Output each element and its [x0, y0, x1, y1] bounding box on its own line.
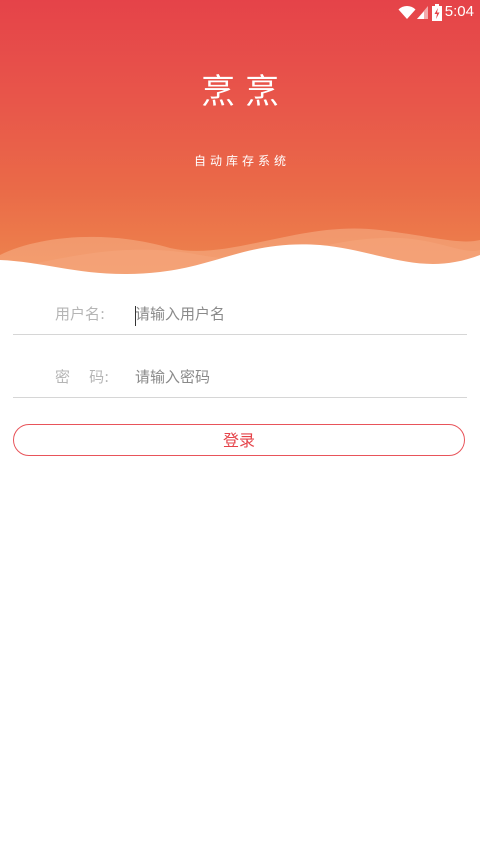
- header-banner: 5:04 烹烹 自动库存系统: [0, 0, 480, 290]
- username-label: 用户名:: [55, 305, 106, 323]
- wifi-icon: [398, 4, 416, 24]
- status-bar: 5:04: [0, 0, 480, 24]
- status-time: 5:04: [444, 3, 474, 20]
- username-row: 用户名:: [13, 290, 467, 335]
- text-caret: [135, 306, 136, 326]
- wave-decoration: [0, 228, 480, 290]
- battery-charging-icon: [432, 4, 442, 25]
- password-input[interactable]: [135, 365, 455, 389]
- password-label: 密 码:: [55, 368, 110, 386]
- signal-icon: [417, 4, 429, 24]
- password-row: 密 码:: [13, 353, 467, 398]
- login-form: 用户名: 密 码: 登录: [13, 290, 467, 456]
- app-subtitle: 自动库存系统: [193, 154, 290, 168]
- username-input[interactable]: [135, 302, 455, 326]
- app-title: 烹烹: [201, 72, 289, 112]
- login-button[interactable]: 登录: [13, 424, 465, 456]
